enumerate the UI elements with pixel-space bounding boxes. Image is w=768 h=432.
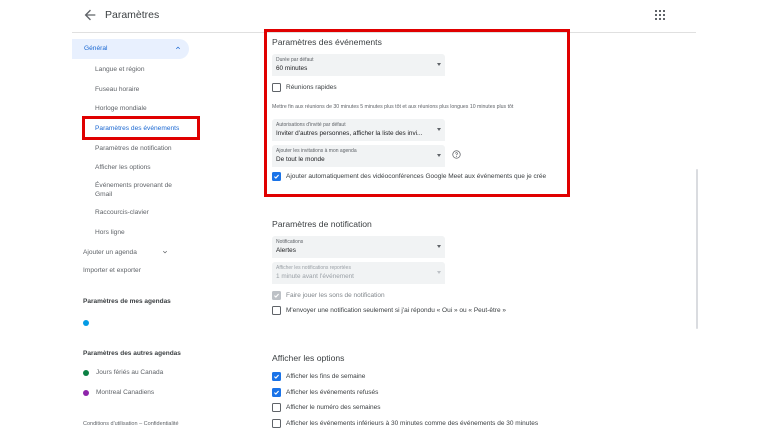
speedy-meetings-checkbox[interactable] bbox=[272, 83, 281, 92]
field-label: Durée par défaut bbox=[276, 57, 314, 63]
default-duration-select[interactable]: Durée par défaut 60 minutes bbox=[272, 54, 445, 76]
event-settings-title: Paramètres des événements bbox=[272, 37, 382, 47]
show-weekends-label: Afficher les fins de semaine bbox=[286, 373, 366, 380]
show-weekends-checkbox[interactable] bbox=[272, 372, 281, 381]
sidebar-item-add-calendar[interactable]: Ajouter un agenda bbox=[83, 248, 169, 256]
show-declined-checkbox[interactable] bbox=[272, 388, 281, 397]
sidebar-item-general[interactable]: Général bbox=[72, 39, 189, 59]
speedy-meetings-label: Réunions rapides bbox=[286, 84, 337, 91]
only-replied-label: M'envoyer une notification seulement si … bbox=[286, 307, 507, 314]
field-value: Inviter d'autres personnes, afficher la … bbox=[276, 130, 423, 137]
guest-permissions-select[interactable]: Autorisations d'invité par défaut Invite… bbox=[272, 119, 445, 141]
notifications-select[interactable]: Notifications Alertes bbox=[272, 236, 445, 258]
checkmark-icon bbox=[274, 374, 280, 379]
sidebar-item-world-clock[interactable]: Horloge mondiale bbox=[95, 104, 147, 113]
sidebar-item-offline[interactable]: Hors ligne bbox=[95, 228, 125, 237]
week-numbers-label: Afficher le numéro des semaines bbox=[286, 404, 381, 411]
field-label: Notifications bbox=[276, 239, 304, 245]
settings-sidebar: Général Langue et région Fuseau horaire … bbox=[72, 33, 204, 432]
view-options-title: Afficher les options bbox=[272, 353, 345, 363]
checkmark-icon bbox=[274, 390, 280, 395]
short-events-label: Afficher les événements inférieurs à 30 … bbox=[286, 420, 539, 427]
scrollbar[interactable] bbox=[696, 33, 700, 432]
meet-auto-add-checkbox[interactable] bbox=[272, 172, 281, 181]
back-arrow-icon[interactable] bbox=[82, 7, 98, 23]
field-label: Autorisations d'invité par défaut bbox=[276, 122, 346, 128]
sidebar-item-notification-settings[interactable]: Paramètres de notification bbox=[95, 144, 172, 153]
field-value: 60 minutes bbox=[276, 65, 308, 72]
sidebar-item-label: Ajouter un agenda bbox=[83, 248, 137, 256]
settings-main: Paramètres des événements Durée par défa… bbox=[264, 33, 696, 432]
field-value: 1 minute avant l'événement bbox=[276, 273, 354, 280]
footer-links[interactable]: Conditions d'utilisation – Confidentiali… bbox=[83, 421, 179, 427]
chevron-down-icon bbox=[162, 250, 167, 254]
dropdown-arrow-icon bbox=[437, 128, 441, 131]
play-sounds-checkbox bbox=[272, 291, 281, 300]
help-icon[interactable] bbox=[452, 150, 461, 159]
my-calendar-color-dot[interactable] bbox=[83, 320, 89, 326]
add-invitations-select[interactable]: Ajouter les invitations à mon agenda De … bbox=[272, 145, 445, 167]
header-bar: Paramètres bbox=[0, 0, 768, 32]
week-numbers-checkbox[interactable] bbox=[272, 403, 281, 412]
apps-grid-icon[interactable] bbox=[654, 9, 666, 21]
sidebar-item-timezone[interactable]: Fuseau horaire bbox=[95, 85, 139, 94]
short-events-checkbox[interactable] bbox=[272, 419, 281, 428]
dropdown-arrow-icon bbox=[437, 245, 441, 248]
checkmark-icon bbox=[274, 174, 280, 179]
chevron-up-icon bbox=[176, 46, 180, 50]
show-declined-label: Afficher les événements refusés bbox=[286, 389, 379, 396]
field-label: Ajouter les invitations à mon agenda bbox=[276, 148, 357, 154]
sidebar-item-event-settings[interactable]: Paramètres des événements bbox=[95, 124, 179, 133]
sidebar-item-label: Général bbox=[84, 45, 108, 52]
scrollbar-thumb[interactable] bbox=[696, 169, 698, 329]
meet-auto-add-label: Ajouter automatiquement des vidéoconfére… bbox=[286, 173, 547, 180]
sidebar-item-montreal-canadiens[interactable]: Montreal Canadiens bbox=[96, 389, 154, 396]
sidebar-item-import-export[interactable]: Importer et exporter bbox=[83, 267, 141, 274]
field-label: Afficher les notifications reportées bbox=[276, 265, 351, 271]
dropdown-arrow-icon bbox=[437, 154, 441, 157]
checkmark-icon bbox=[274, 293, 280, 298]
field-value: Alertes bbox=[276, 247, 296, 254]
other-calendars-heading: Paramètres des autres agendas bbox=[83, 350, 181, 357]
play-sounds-label: Faire jouer les sons de notification bbox=[286, 292, 385, 299]
sidebar-item-view-options[interactable]: Afficher les options bbox=[95, 163, 151, 172]
dropdown-arrow-icon bbox=[437, 63, 441, 66]
dropdown-arrow-icon bbox=[437, 271, 441, 274]
notification-settings-title: Paramètres de notification bbox=[272, 219, 372, 229]
sidebar-item-language[interactable]: Langue et région bbox=[95, 65, 145, 74]
sidebar-item-gmail-events[interactable]: Événements provenant de Gmail bbox=[95, 181, 187, 199]
calendar-color-dot bbox=[83, 370, 89, 376]
calendar-color-dot bbox=[83, 390, 89, 396]
sidebar-item-keyboard-shortcuts[interactable]: Raccourcis-clavier bbox=[95, 208, 149, 217]
field-value: De tout le monde bbox=[276, 156, 325, 163]
my-calendars-heading: Paramètres de mes agendas bbox=[83, 298, 171, 305]
snoozed-notifications-select: Afficher les notifications reportées 1 m… bbox=[272, 262, 445, 284]
page-title: Paramètres bbox=[105, 9, 160, 21]
sidebar-item-canada-holidays[interactable]: Jours fériés au Canada bbox=[96, 369, 163, 376]
speedy-meetings-info: Mettre fin aux réunions de 30 minutes 5 … bbox=[272, 104, 514, 110]
only-replied-checkbox[interactable] bbox=[272, 306, 281, 315]
